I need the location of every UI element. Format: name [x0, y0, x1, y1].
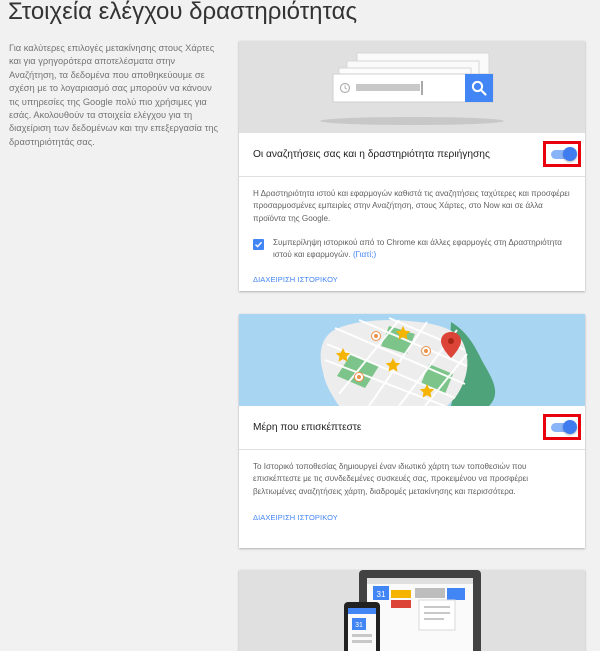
location-description: Το Ιστορικό τοποθεσίας δημιουργεί έναν ι…	[253, 462, 529, 496]
svg-text:31: 31	[355, 622, 363, 629]
web-activity-toggle[interactable]	[543, 141, 581, 167]
manage-location-history-link[interactable]: ΔΙΑΧΕΙΡΙΣΗ ΙΣΤΟΡΙΚΟΥ	[253, 513, 338, 522]
calendar-icon: 31	[373, 586, 389, 600]
why-link[interactable]: (Γιατί;)	[353, 250, 376, 259]
devices-card: 31 31	[239, 570, 585, 651]
toggle-thumb	[562, 420, 577, 434]
location-header: Μέρη που επισκέπτεστε	[239, 406, 585, 450]
web-activity-description: Η Δραστηριότητα ιστού και εφαρμογών καθι…	[253, 189, 570, 223]
devices-illustration: 31 31	[239, 570, 585, 651]
page-title: Στοιχεία ελέγχου δραστηριότητας	[8, 0, 358, 25]
include-chrome-history-checkbox[interactable]	[253, 238, 264, 250]
search-illustration	[239, 41, 585, 133]
toggle-thumb	[562, 147, 577, 161]
map-illustration	[239, 314, 585, 406]
include-chrome-history-row: Συμπερίληψη ιστορικού από το Chrome και …	[253, 237, 571, 262]
search-icon	[465, 74, 493, 102]
web-activity-header: Οι αναζητήσεις σας και η δραστηριότητα π…	[239, 133, 585, 177]
web-activity-card: Οι αναζητήσεις σας και η δραστηριότητα π…	[239, 41, 585, 291]
svg-text:31: 31	[377, 590, 386, 599]
toggle-track	[550, 420, 577, 434]
web-activity-title: Οι αναζητήσεις σας και η δραστηριότητα π…	[253, 149, 490, 160]
include-chrome-history-label: Συμπερίληψη ιστορικού από το Chrome και …	[273, 237, 562, 260]
check-icon	[255, 241, 263, 248]
intro-text: Για καλύτερες επιλογές μετακίνησης στους…	[9, 43, 218, 147]
manage-web-history-link[interactable]: ΔΙΑΧΕΙΡΙΣΗ ΙΣΤΟΡΙΚΟΥ	[253, 275, 338, 284]
location-toggle[interactable]	[543, 414, 581, 440]
location-title: Μέρη που επισκέπτεστε	[253, 422, 362, 433]
location-card: Μέρη που επισκέπτεστε Το Ιστορικό τοποθε…	[239, 314, 585, 548]
toggle-track	[550, 147, 577, 161]
